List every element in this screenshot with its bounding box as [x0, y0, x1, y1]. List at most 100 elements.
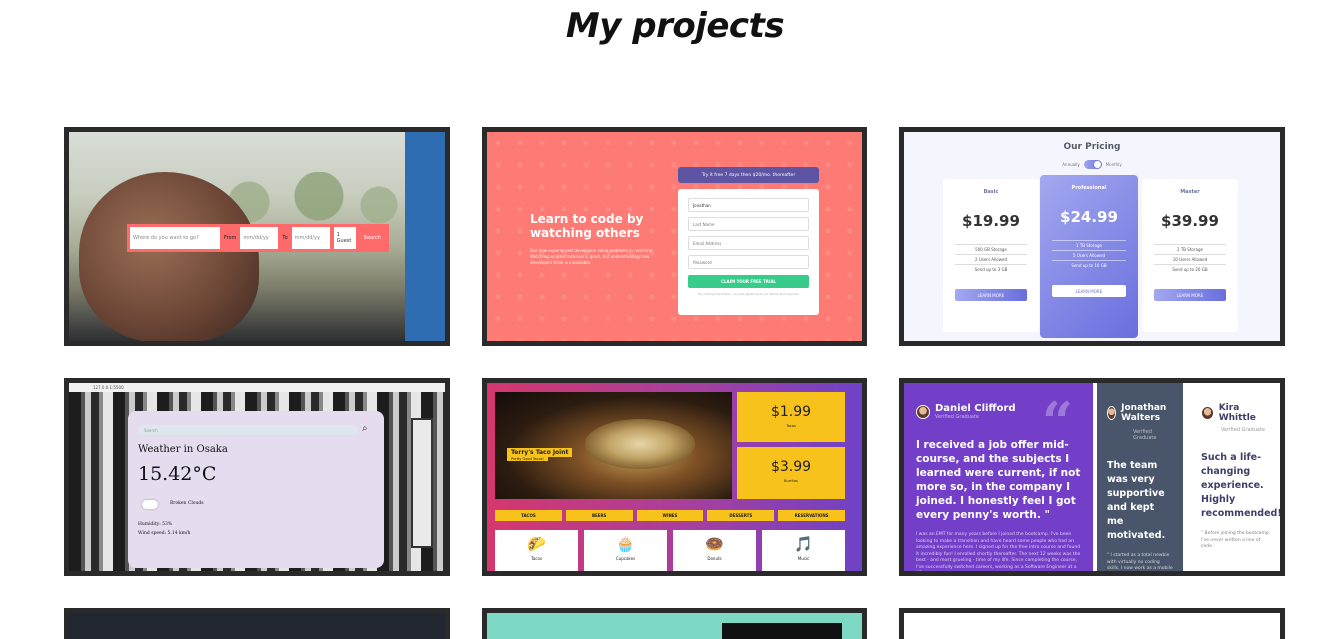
brand-name: Terry's Taco Joint — [507, 448, 573, 457]
price-box: $3.99 Burritos — [737, 447, 845, 499]
weather-condition: Broken Clouds — [138, 496, 374, 510]
plan-price: $19.99 — [962, 212, 1020, 230]
project-card-learn-to-code[interactable]: Learn to code by watching others See how… — [482, 127, 867, 346]
to-label: To — [282, 235, 288, 241]
street-sign-image — [411, 418, 433, 548]
preview-block — [722, 623, 842, 639]
avatar — [1107, 406, 1117, 420]
testimonial-daniel: “ Daniel Clifford Verified Graduate I re… — [904, 383, 1093, 571]
password-field: Password — [688, 255, 809, 269]
hero-heading: Learn to code by watching others — [530, 212, 644, 240]
menu-item: 🎵 Music — [762, 530, 845, 571]
menu-item: 🧁 Cupcakes — [584, 530, 667, 571]
learn-more-button: LEARN MORE — [1154, 289, 1226, 301]
learn-more-button: LEARN MORE — [1052, 285, 1126, 297]
plan-master: Master $39.99 2 TB Storage 10 Users Allo… — [1142, 179, 1238, 332]
nav-item-wines: WINES — [636, 510, 704, 521]
guests-select: 1 Guest — [333, 227, 356, 249]
project-card-9[interactable] — [899, 608, 1285, 639]
terms-text: By clicking the button, you are agreeing… — [698, 292, 799, 296]
plan-feature: 2 Users Allowed — [955, 254, 1027, 264]
search-icon: ⌕ — [362, 423, 368, 434]
weather-panel: Search ⌕ Weather in Osaka 15.42°C Broken… — [128, 411, 384, 568]
plan-professional: Professional $24.99 1 TB Storage 5 Users… — [1040, 175, 1138, 338]
hero-subtext: See how experienced developers solve pro… — [530, 248, 654, 265]
testimonial-detail: " Before joining the bootcamp, I've neve… — [1201, 531, 1270, 549]
project-card-travel-search[interactable]: Where do you want to go? From mm/dd/yy T… — [64, 127, 450, 346]
testimonial-kira: Kira Whittle Verified Graduate Such a li… — [1193, 383, 1280, 571]
person-role: Verified Graduate — [935, 414, 979, 420]
price-amount: $1.99 — [770, 404, 812, 420]
project-preview — [904, 613, 1280, 639]
project-preview — [69, 613, 445, 639]
project-card-7[interactable] — [64, 608, 450, 639]
nav-item-reservations: RESERVATIONS — [778, 510, 845, 521]
nav-item-tacos: TACOS — [495, 510, 562, 521]
pricing-title: Our Pricing — [1063, 142, 1121, 152]
cloud-icon — [138, 496, 162, 510]
signup-form: Jonathan Last Name Email Address Passwor… — [678, 189, 819, 315]
price-box: $1.99 Tacos — [737, 392, 845, 442]
menu-nav: TACOS BEERS WINES DESSERTS RESERVATIONS — [495, 510, 845, 521]
avatar — [916, 404, 930, 419]
city-search-input: Search — [138, 425, 358, 435]
plan-feature: Send up to 10 GB — [1052, 260, 1126, 270]
project-card-8[interactable] — [482, 608, 867, 639]
price-label: Tacos — [786, 424, 796, 428]
menu-item: 🌮 Tacos — [495, 530, 578, 571]
to-date-input: mm/dd/yy — [291, 227, 330, 249]
plan-price: $39.99 — [1161, 212, 1219, 230]
toggle-switch — [1083, 160, 1102, 169]
brand-tagline: Pretty Good Tacos! — [507, 457, 548, 461]
person-role: Verified Graduate — [1221, 427, 1265, 433]
menu-item-label: Tacos — [531, 556, 542, 561]
project-card-pricing[interactable]: Our Pricing Annually Monthly Basic $19.9… — [899, 127, 1285, 346]
project-card-testimonials[interactable]: “ Daniel Clifford Verified Graduate I re… — [899, 378, 1285, 576]
first-name-field: Jonathan — [688, 198, 809, 212]
page-title: My projects — [565, 6, 785, 46]
browser-address-bar: 127.0.0.1:5500 — [69, 383, 445, 392]
plan-basic: Basic $19.99 500 GB Storage 2 Users Allo… — [943, 179, 1039, 332]
last-name-field: Last Name — [688, 217, 809, 231]
wind-speed: Wind speed: 5.14 km/h — [138, 531, 191, 536]
menu-item-label: Music — [797, 556, 810, 561]
side-panel — [405, 132, 445, 341]
price-amount: $3.99 — [770, 459, 812, 475]
search-bar: Where do you want to go? From mm/dd/yy T… — [127, 224, 389, 252]
plan-feature: 10 Users Allowed — [1154, 254, 1226, 264]
price-label: Burritos — [784, 479, 798, 483]
temperature: 15.42°C — [138, 463, 217, 485]
taco-plate-image — [585, 419, 695, 469]
plan-feature: Send up to 20 GB — [1154, 264, 1226, 274]
menu-grid: 🌮 Tacos 🧁 Cupcakes 🍩 Donuts 🎵 Music — [495, 530, 845, 571]
claim-trial-button: CLAIM YOUR FREE TRIAL — [688, 275, 809, 288]
person-name: Daniel Clifford — [935, 403, 1016, 414]
email-field: Email Address — [688, 236, 809, 250]
plan-price: $24.99 — [1060, 208, 1118, 226]
project-card-taco-joint[interactable]: Terry's Taco Joint Pretty Good Tacos! $1… — [482, 378, 867, 576]
person-name: Kira Whittle — [1218, 403, 1256, 423]
testimonial-detail: " I started as a total newbie with virtu… — [1107, 553, 1173, 571]
testimonial-quote: Such a life-changing experience. Highly … — [1201, 452, 1280, 519]
plan-name: Basic — [983, 189, 999, 195]
plan-feature: 500 GB Storage — [955, 244, 1027, 254]
humidity: Humidity: 53% — [138, 522, 173, 527]
plan-feature: 1 TB Storage — [1052, 240, 1126, 250]
search-button: Search — [359, 227, 385, 249]
nav-item-desserts: DESSERTS — [707, 510, 775, 521]
plan-feature: Send up to 3 GB — [955, 264, 1027, 274]
billing-toggle: Annually Monthly — [904, 160, 1280, 169]
plan-feature: 2 TB Storage — [1154, 244, 1226, 254]
trial-banner: Try it free 7 days then $20/mo. thereaft… — [678, 167, 819, 183]
from-date-input: mm/dd/yy — [240, 227, 279, 249]
cupcake-icon: 🧁 — [616, 535, 635, 553]
donut-icon: 🍩 — [705, 535, 724, 553]
menu-item-label: Cupcakes — [615, 556, 636, 561]
person-role: Verified Graduate — [1133, 429, 1157, 441]
destination-input: Where do you want to go? — [130, 227, 220, 249]
quote-mark-icon: “ — [1041, 390, 1073, 454]
taco-icon: 🌮 — [527, 535, 546, 553]
project-preview — [487, 613, 862, 639]
project-card-weather[interactable]: 127.0.0.1:5500 Search ⌕ Weather in Osaka… — [64, 378, 450, 576]
avatar — [1201, 406, 1214, 420]
